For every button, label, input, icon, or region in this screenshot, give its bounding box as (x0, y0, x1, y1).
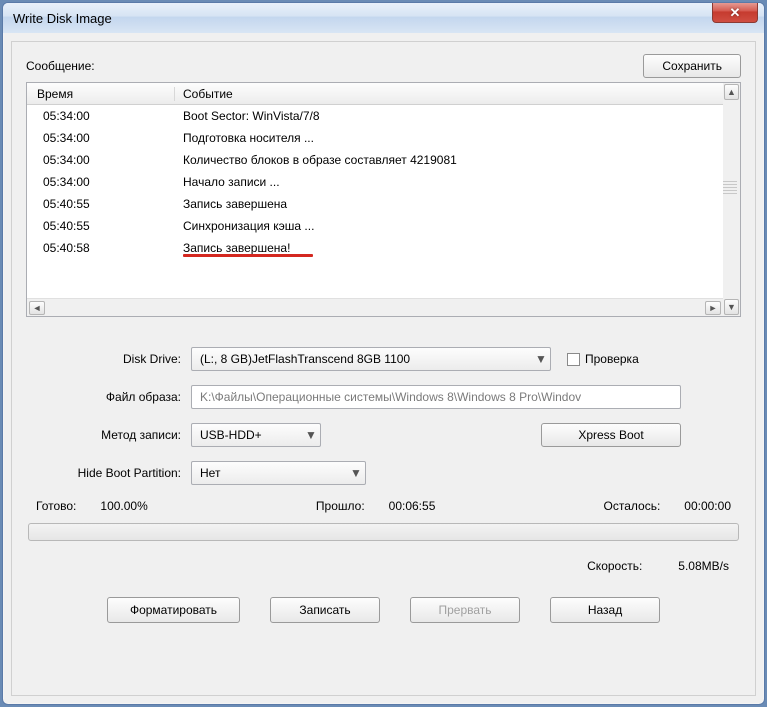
chevron-down-icon: ▼ (302, 428, 320, 442)
scroll-up-icon[interactable]: ▲ (724, 84, 739, 100)
xpress-boot-button[interactable]: Xpress Boot (541, 423, 681, 447)
progress-bar (28, 523, 739, 541)
chevron-down-icon: ▼ (532, 352, 550, 366)
client-area: Сообщение: Сохранить Время Событие 05:34… (3, 33, 764, 704)
image-file-field[interactable]: K:\Файлы\Операционные системы\Windows 8\… (191, 385, 681, 409)
back-button[interactable]: Назад (550, 597, 660, 623)
speed-label: Скорость: (587, 559, 642, 573)
write-method-label: Метод записи: (36, 428, 191, 442)
log-header-time[interactable]: Время (27, 87, 175, 101)
image-file-label: Файл образа: (36, 390, 191, 404)
format-button[interactable]: Форматировать (107, 597, 240, 623)
window: Write Disk Image ✕ Сообщение: Сохранить … (2, 2, 765, 705)
scroll-right-icon[interactable]: ► (705, 301, 721, 315)
log-row[interactable]: 05:34:00 Подготовка носителя ... (27, 127, 723, 149)
chevron-down-icon: ▼ (347, 466, 365, 480)
verify-checkbox[interactable]: Проверка (567, 352, 639, 366)
vscroll-track[interactable] (723, 101, 740, 298)
hide-boot-combo[interactable]: Нет ▼ (191, 461, 366, 485)
elapsed-label: Прошло: (316, 499, 365, 513)
vertical-scrollbar[interactable]: ▲ ▼ (723, 82, 741, 317)
close-icon: ✕ (730, 5, 741, 21)
titlebar[interactable]: Write Disk Image ✕ (3, 3, 764, 33)
window-title: Write Disk Image (13, 11, 112, 26)
close-button[interactable]: ✕ (712, 3, 758, 23)
checkbox-box[interactable] (567, 353, 580, 366)
write-button[interactable]: Записать (270, 597, 380, 623)
speed-row: Скорость: 5.08MB/s (26, 541, 741, 573)
write-method-combo[interactable]: USB-HDD+ ▼ (191, 423, 321, 447)
ready-label: Готово: (36, 499, 76, 513)
log-area: Время Событие 05:34:00 Boot Sector: WinV… (26, 82, 741, 317)
scroll-left-icon[interactable]: ◄ (29, 301, 45, 315)
abort-button[interactable]: Прервать (410, 597, 520, 623)
ready-value: 100.00% (100, 499, 147, 513)
vscroll-thumb[interactable] (723, 181, 737, 195)
main-panel: Сообщение: Сохранить Время Событие 05:34… (11, 41, 756, 696)
log-row[interactable]: 05:34:00 Количество блоков в образе сост… (27, 149, 723, 171)
log-row[interactable]: 05:34:00 Boot Sector: WinVista/7/8 (27, 105, 723, 127)
status-row: Готово: 100.00% Прошло: 00:06:55 Осталос… (26, 499, 741, 513)
log-header[interactable]: Время Событие (27, 83, 723, 105)
log-header-event[interactable]: Событие (175, 87, 723, 101)
log-row[interactable]: 05:40:55 Запись завершена (27, 193, 723, 215)
disk-drive-label: Disk Drive: (36, 352, 191, 366)
disk-drive-combo[interactable]: (L:, 8 GB)JetFlashTranscend 8GB 1100 ▼ (191, 347, 551, 371)
log-body: 05:34:00 Boot Sector: WinVista/7/8 05:34… (27, 105, 723, 298)
remain-value: 00:00:00 (684, 499, 731, 513)
log-row[interactable]: 05:40:58 Запись завершена! (27, 237, 723, 259)
scroll-down-icon[interactable]: ▼ (724, 299, 739, 315)
speed-value: 5.08MB/s (678, 559, 729, 573)
remain-label: Осталось: (604, 499, 661, 513)
button-row: Форматировать Записать Прервать Назад (26, 597, 741, 623)
elapsed-value: 00:06:55 (389, 499, 436, 513)
messages-label: Сообщение: (26, 59, 95, 73)
save-button[interactable]: Сохранить (643, 54, 741, 78)
hide-boot-label: Hide Boot Partition: (36, 466, 191, 480)
horizontal-scrollbar[interactable]: ◄ ► (27, 298, 723, 316)
log-row[interactable]: 05:34:00 Начало записи ... (27, 171, 723, 193)
log-row[interactable]: 05:40:55 Синхронизация кэша ... (27, 215, 723, 237)
